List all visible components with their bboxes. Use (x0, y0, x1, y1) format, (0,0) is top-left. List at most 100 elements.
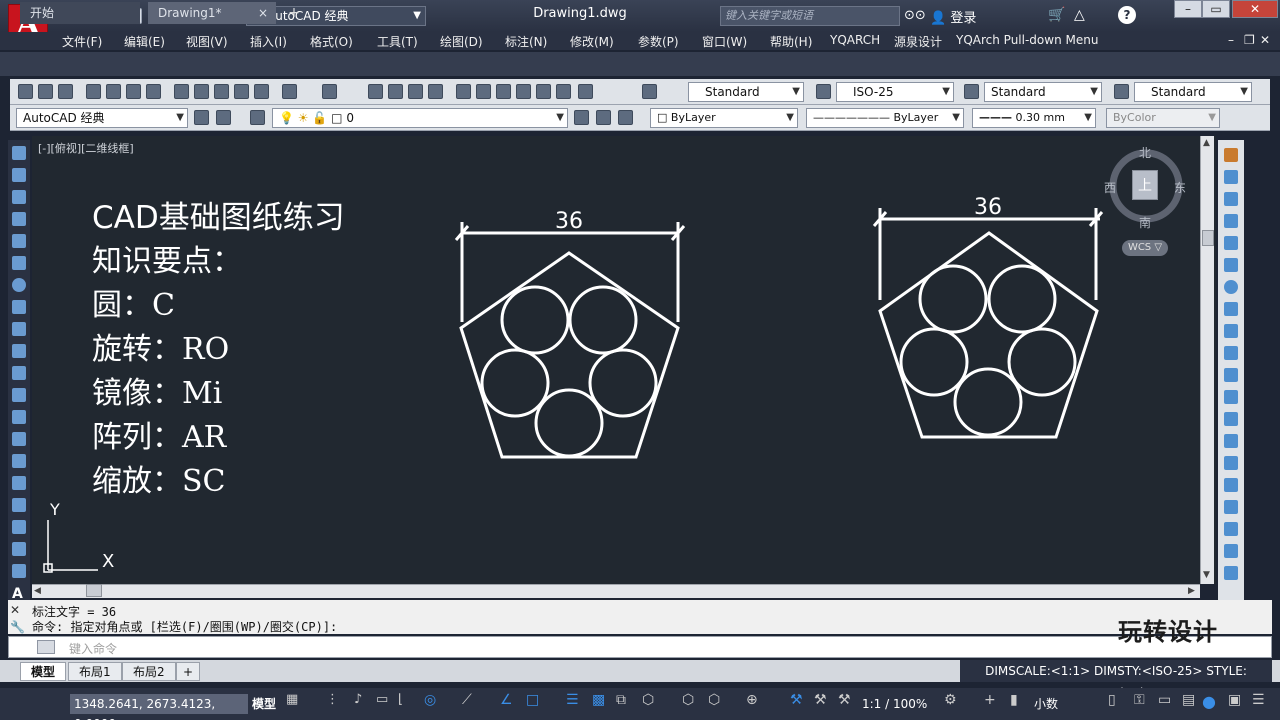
explode-icon[interactable] (1224, 478, 1238, 492)
dynamic-input-icon[interactable]: ▭ (376, 692, 392, 708)
multiline-text-icon[interactable]: A (12, 586, 26, 602)
arc-icon[interactable] (12, 256, 26, 270)
break-icon[interactable] (1224, 390, 1238, 404)
tab-close-icon[interactable]: × (258, 2, 268, 24)
menu-window[interactable]: 窗口(W) (702, 33, 747, 50)
circle-icon[interactable] (12, 278, 26, 292)
isolate-objects-icon[interactable]: ▭ (1158, 692, 1174, 708)
markup-icon[interactable] (536, 84, 551, 99)
dimension-linear-icon[interactable] (1224, 500, 1238, 514)
scale-icon[interactable] (1224, 302, 1238, 316)
multileader-style-dropdown[interactable]: Standard ▼ (1134, 82, 1252, 102)
graphics-performance-icon[interactable]: ▤ (1182, 692, 1198, 708)
publish-icon[interactable] (126, 84, 141, 99)
make-block-icon[interactable] (12, 410, 26, 424)
annotation-scale-icon[interactable]: ⚒ (838, 692, 854, 708)
login-link[interactable]: 👤 登录 (930, 7, 976, 26)
menu-yqarch-pulldown[interactable]: YQArch Pull-down Menu (956, 33, 1098, 47)
new-tab-button[interactable]: + (284, 2, 304, 24)
lock-ui-icon[interactable]: ⚿ (1134, 692, 1150, 708)
join-icon[interactable] (1224, 412, 1238, 426)
stretch-icon[interactable] (1224, 324, 1238, 338)
tab-drawing1[interactable]: Drawing1* × (148, 2, 276, 24)
pan-icon[interactable] (368, 84, 383, 99)
isodraft-icon[interactable]: ⟋ (462, 692, 478, 708)
help-button[interactable]: ? (1118, 6, 1136, 24)
rotate-icon[interactable] (1224, 280, 1238, 294)
dim-style-dropdown[interactable]: ISO-25 ▼ (836, 82, 954, 102)
workspace-toolbar-dropdown[interactable]: AutoCAD 经典 ▼ (16, 108, 188, 128)
workspace-switch-icon[interactable]: ⚙ (944, 692, 960, 708)
customization-icon[interactable]: ☰ (1252, 692, 1268, 708)
table-style-icon[interactable] (964, 84, 979, 99)
selection-cycling-icon[interactable]: ⧉ (616, 692, 632, 708)
object-snap-tracking-icon[interactable]: ∠ (500, 692, 516, 708)
scroll-right-icon[interactable]: ▶ (1188, 586, 1195, 596)
menu-view[interactable]: 视图(V) (186, 33, 228, 50)
infer-constraints-icon[interactable]: ♪ (354, 692, 370, 708)
close-icon[interactable]: ✕ (10, 603, 20, 617)
wipeout-icon[interactable] (12, 520, 26, 534)
trim-icon[interactable] (1224, 346, 1238, 360)
match-properties-icon[interactable] (234, 84, 249, 99)
plot-icon[interactable] (86, 84, 101, 99)
annotation-visibility-icon[interactable]: ⚒ (790, 692, 806, 708)
block-editor-icon[interactable] (254, 84, 269, 99)
wcs-menu-button[interactable]: WCS ▽ (1122, 240, 1168, 256)
erase-icon[interactable] (1224, 148, 1238, 162)
menu-help[interactable]: 帮助(H) (770, 33, 812, 50)
doc-restore-icon[interactable]: ❐ (1244, 33, 1255, 47)
dynamic-ucs-icon[interactable]: ⬡ (682, 692, 698, 708)
point-icon[interactable] (12, 432, 26, 446)
redo-icon[interactable] (322, 84, 337, 99)
selection-filter-icon[interactable]: ⬡ (708, 692, 724, 708)
layer-state-icon[interactable] (250, 110, 265, 125)
binoculars-icon[interactable]: ⊙⊙ (904, 8, 926, 24)
mirror-icon[interactable] (1224, 192, 1238, 206)
design-center-icon[interactable] (476, 84, 491, 99)
menu-parametric[interactable]: 参数(P) (638, 33, 679, 50)
3d-osnap-icon[interactable]: ⬡ (642, 692, 658, 708)
quick-properties-icon[interactable]: ▯ (1108, 692, 1124, 708)
transparency-icon[interactable]: ▩ (592, 692, 608, 708)
menu-tools[interactable]: 工具(T) (377, 33, 418, 50)
menu-draw[interactable]: 绘图(D) (440, 33, 483, 50)
plotstyle-dropdown[interactable]: ByColor ▼ (1106, 108, 1220, 128)
annotation-monitor-icon[interactable]: + (984, 692, 1000, 708)
construction-line-icon[interactable] (12, 168, 26, 182)
viewcube[interactable]: 北 南 东 西 上 WCS ▽ (1100, 142, 1190, 256)
paste-icon[interactable] (214, 84, 229, 99)
save-icon[interactable] (58, 84, 73, 99)
fillet-icon[interactable] (1224, 456, 1238, 470)
scroll-left-icon[interactable]: ◀ (34, 586, 41, 596)
sheet-set-icon[interactable] (516, 84, 531, 99)
grid-icon[interactable]: ▦ (286, 692, 302, 708)
dimension-aligned-icon[interactable] (1224, 522, 1238, 536)
exchange-icon[interactable]: △ (1074, 7, 1085, 23)
table-icon[interactable] (12, 564, 26, 578)
gizmo-icon[interactable]: ⊕ (746, 692, 762, 708)
copy-object-icon[interactable] (1224, 170, 1238, 184)
line-icon[interactable] (12, 146, 26, 160)
workspace-settings-icon[interactable] (194, 110, 209, 125)
units-dropdown[interactable]: 小数 (1034, 694, 1058, 714)
vertical-scrollbar[interactable] (1200, 136, 1214, 584)
object-snap-icon[interactable]: □ (526, 692, 542, 708)
menu-edit[interactable]: 编辑(E) (124, 33, 165, 50)
viewcube-top-face[interactable]: 上 (1132, 170, 1158, 200)
hatch-icon[interactable] (12, 454, 26, 468)
tab-layout2[interactable]: 布局2 (122, 662, 176, 681)
layer-manager-icon[interactable] (216, 110, 231, 125)
help-icon[interactable] (578, 84, 593, 99)
menu-modify[interactable]: 修改(M) (570, 33, 614, 50)
minimize-button[interactable]: – (1174, 0, 1202, 18)
auto-scale-icon[interactable]: ⚒ (814, 692, 830, 708)
tab-model[interactable]: 模型 (20, 662, 67, 681)
properties-icon[interactable] (456, 84, 471, 99)
3d-dwf-icon[interactable] (146, 84, 161, 99)
linetype-dropdown[interactable]: ——————— ByLayer ▼ (806, 108, 964, 128)
copy-icon[interactable] (194, 84, 209, 99)
polygon-icon[interactable] (12, 212, 26, 226)
menu-insert[interactable]: 插入(I) (250, 33, 287, 50)
clean-screen-icon[interactable]: ● (1202, 692, 1218, 711)
